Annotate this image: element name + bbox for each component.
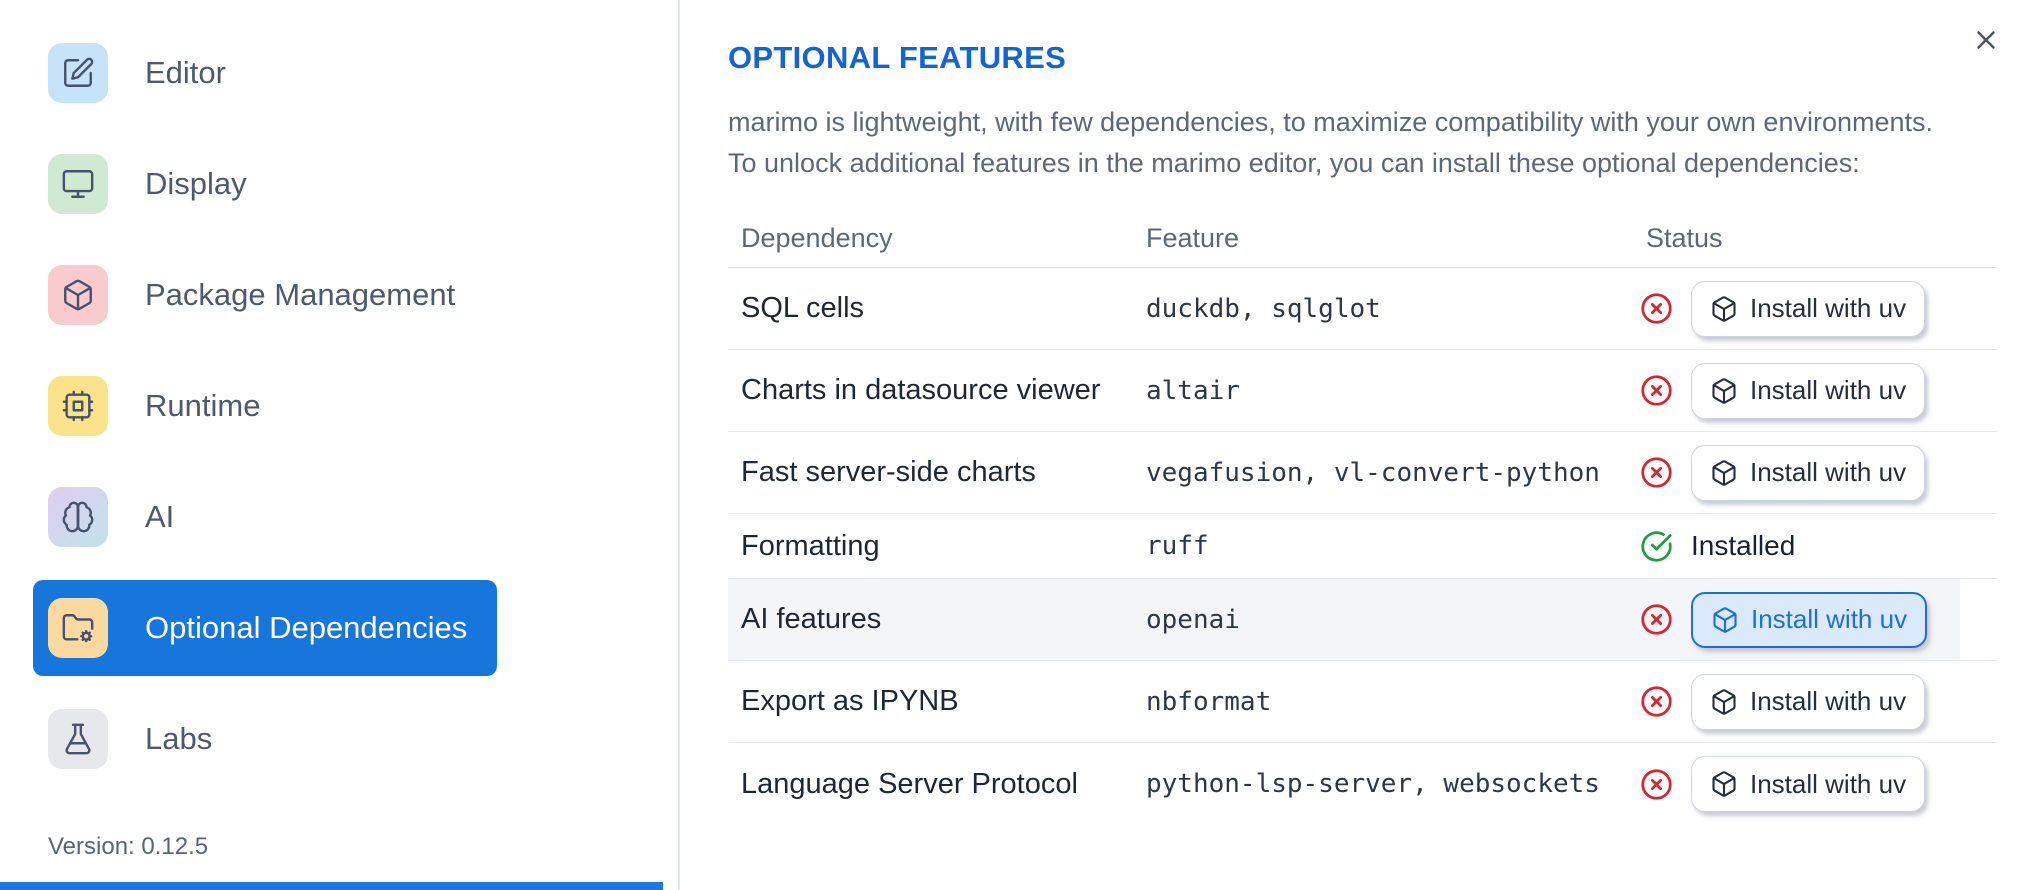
- sidebar-item-editor[interactable]: Editor: [33, 25, 497, 121]
- table-header-row: Dependency Feature Status: [728, 210, 1997, 268]
- settings-dialog: Editor Display Package Management Runtim…: [0, 0, 2042, 890]
- package-icon: [1712, 688, 1736, 715]
- installed-check-icon: [1640, 530, 1673, 563]
- not-installed-icon: [1640, 292, 1673, 325]
- sidebar-item-runtime[interactable]: Runtime: [33, 358, 497, 454]
- package-icon: [1712, 295, 1736, 322]
- cpu-icon: [48, 376, 108, 436]
- status-cell: Installed: [1633, 530, 1997, 563]
- status-cell: Install with uv: [1633, 280, 1997, 337]
- install-button-label: Install with uv: [1750, 768, 1907, 799]
- status-cell: Install with uv: [1633, 756, 1997, 812]
- install-with-uv-button[interactable]: Install with uv: [1691, 280, 1926, 337]
- package-icon: [48, 265, 108, 325]
- description-line-1: marimo is lightweight, with few dependen…: [728, 107, 1934, 137]
- sidebar-bottom-accent-bar: [0, 882, 663, 890]
- install-with-uv-button[interactable]: Install with uv: [1691, 673, 1926, 730]
- monitor-icon: [48, 154, 108, 214]
- sidebar-item-ai[interactable]: AI: [33, 469, 497, 565]
- install-button-label: Install with uv: [1750, 375, 1907, 405]
- column-header-feature: Feature: [1146, 223, 1240, 253]
- sidebar-item-label: Optional Dependencies: [145, 610, 468, 645]
- not-installed-icon: [1640, 374, 1673, 407]
- table-row: Formatting ruff Installed: [728, 514, 1997, 579]
- sidebar-item-label: Runtime: [145, 388, 261, 423]
- dependency-cell: Language Server Protocol: [741, 767, 1078, 800]
- status-cell: Install with uv: [1633, 591, 1997, 648]
- description-line-2: To unlock additional features in the mar…: [728, 148, 1860, 178]
- pencil-square-icon: [48, 43, 108, 103]
- status-cell: Install with uv: [1633, 673, 1997, 730]
- feature-cell: python-lsp-server, websockets: [1146, 769, 1600, 799]
- install-button-label: Install with uv: [1750, 686, 1907, 716]
- sidebar-item-label: Editor: [145, 55, 226, 90]
- dependencies-table: Dependency Feature Status SQL cells duck…: [728, 210, 1997, 825]
- dependency-cell: AI features: [741, 603, 882, 635]
- not-installed-icon: [1640, 768, 1673, 801]
- status-cell: Install with uv: [1633, 444, 1997, 501]
- feature-cell: vegafusion, vl-convert-python: [1146, 457, 1600, 488]
- dependency-cell: Charts in datasource viewer: [741, 374, 1101, 406]
- install-button-label: Install with uv: [1750, 457, 1907, 487]
- feature-cell: nbformat: [1146, 686, 1272, 717]
- feature-cell: openai: [1146, 604, 1240, 635]
- package-icon: [1712, 771, 1736, 797]
- table-row: Fast server-side charts vegafusion, vl-c…: [728, 432, 1997, 514]
- folder-cog-icon: [48, 598, 108, 658]
- package-icon: [1712, 459, 1736, 486]
- sidebar-item-labs[interactable]: Labs: [33, 691, 497, 787]
- package-icon: [1713, 606, 1737, 633]
- install-button-label: Install with uv: [1751, 604, 1908, 634]
- optional-features-panel: OPTIONAL FEATURES marimo is lightweight,…: [680, 0, 2042, 890]
- feature-cell: altair: [1146, 375, 1240, 406]
- sidebar-item-label: Package Management: [145, 277, 456, 312]
- install-with-uv-button[interactable]: Install with uv: [1691, 591, 1928, 648]
- sidebar-item-label: Display: [145, 166, 247, 201]
- sidebar-item-label: Labs: [145, 721, 213, 756]
- table-row: Language Server Protocol python-lsp-serv…: [728, 743, 1997, 825]
- sidebar-item-optional-dependencies[interactable]: Optional Dependencies: [33, 580, 497, 676]
- status-cell: Install with uv: [1633, 362, 1997, 419]
- table-row: AI features openai Install with uv: [728, 579, 1997, 661]
- panel-description: marimo is lightweight, with few dependen…: [728, 102, 2042, 184]
- sidebar-item-package-management[interactable]: Package Management: [33, 247, 497, 343]
- install-with-uv-button[interactable]: Install with uv: [1691, 756, 1926, 812]
- install-button-label: Install with uv: [1750, 293, 1907, 323]
- package-icon: [1712, 377, 1736, 404]
- version-label: Version: 0.12.5: [48, 833, 209, 860]
- flask-icon: [48, 709, 108, 769]
- not-installed-icon: [1640, 603, 1673, 636]
- install-with-uv-button[interactable]: Install with uv: [1691, 444, 1926, 501]
- dependency-cell: Export as IPYNB: [741, 685, 959, 717]
- table-row: Export as IPYNB nbformat Install with uv: [728, 661, 1997, 743]
- table-row: Charts in datasource viewer altair Insta…: [728, 350, 1997, 432]
- sidebar-item-label: AI: [145, 499, 175, 534]
- settings-sidebar: Editor Display Package Management Runtim…: [0, 0, 680, 890]
- dependency-cell: Formatting: [741, 529, 880, 562]
- not-installed-icon: [1640, 456, 1673, 489]
- column-header-status: Status: [1646, 223, 1723, 253]
- table-row: SQL cells duckdb, sqlglot Install with u…: [728, 268, 1997, 350]
- feature-cell: ruff: [1146, 531, 1209, 561]
- dependency-cell: Fast server-side charts: [741, 456, 1036, 488]
- installed-label: Installed: [1691, 530, 1796, 561]
- dependency-cell: SQL cells: [741, 292, 865, 324]
- close-icon[interactable]: [1964, 18, 2008, 62]
- feature-cell: duckdb, sqlglot: [1146, 293, 1381, 324]
- column-header-dependency: Dependency: [741, 223, 893, 253]
- page-title: OPTIONAL FEATURES: [728, 40, 1067, 75]
- brain-icon: [48, 487, 108, 547]
- install-with-uv-button[interactable]: Install with uv: [1691, 362, 1926, 419]
- sidebar-item-display[interactable]: Display: [33, 136, 497, 232]
- not-installed-icon: [1640, 685, 1673, 718]
